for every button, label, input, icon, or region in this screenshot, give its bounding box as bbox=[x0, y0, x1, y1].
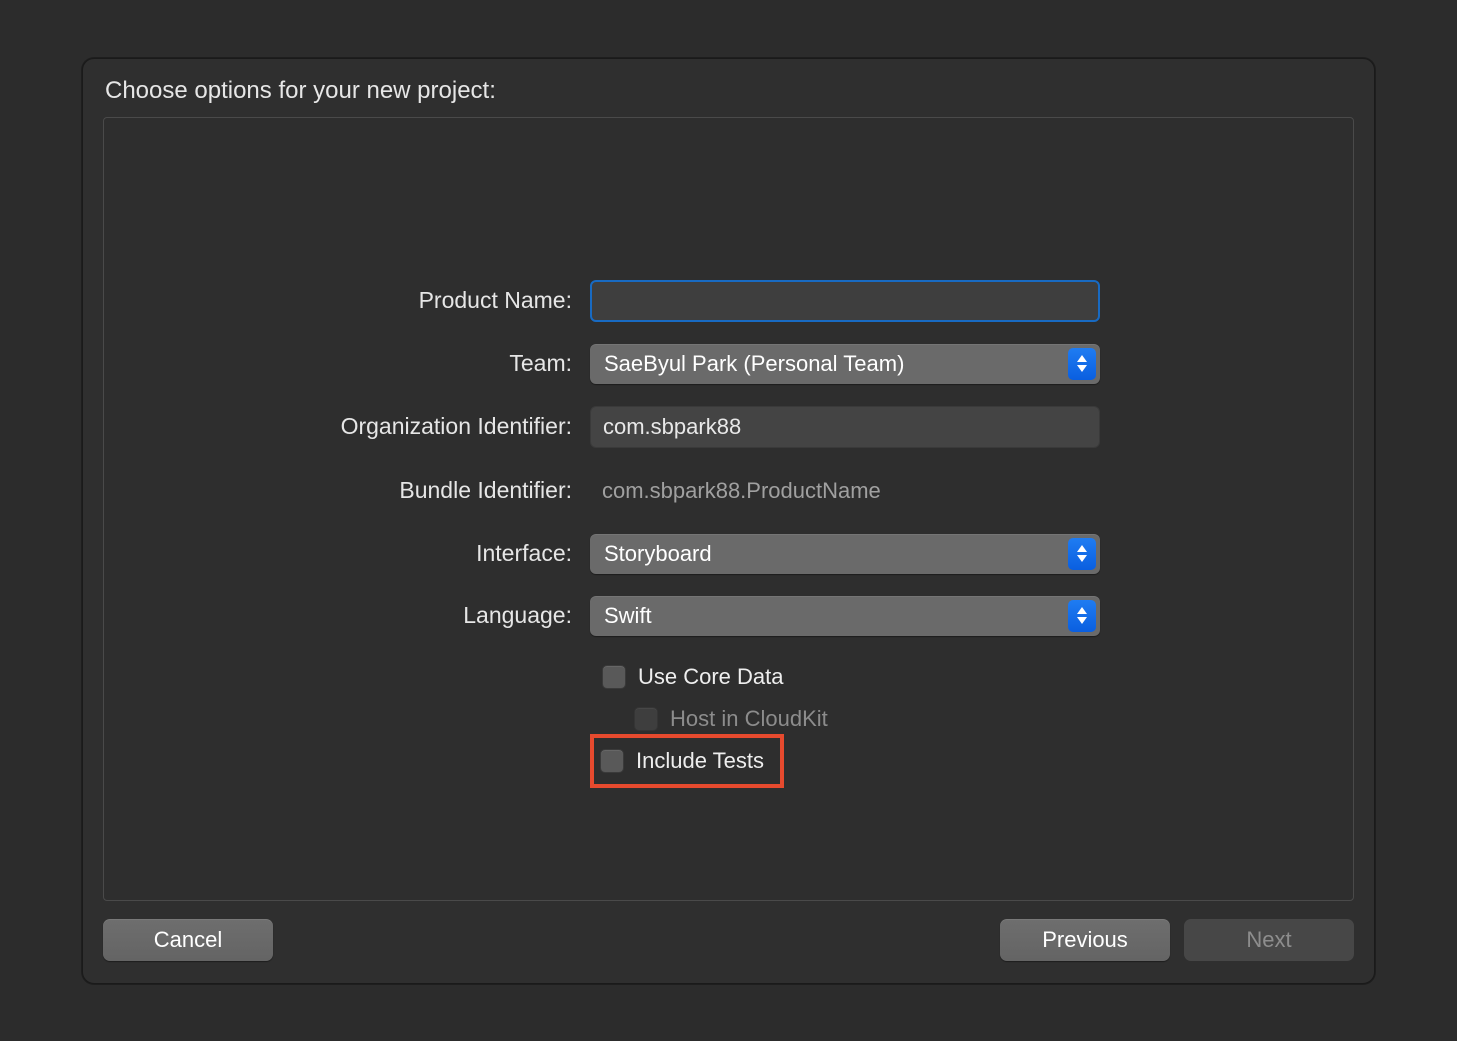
form: Product Name: Team: SaeByul Park (Person… bbox=[104, 280, 1353, 776]
org-identifier-input[interactable]: com.sbpark88 bbox=[590, 406, 1100, 448]
chevron-up-down-icon bbox=[1068, 538, 1096, 570]
interface-select[interactable]: Storyboard bbox=[590, 534, 1100, 574]
bundle-identifier-label: Bundle Identifier: bbox=[104, 477, 590, 504]
bundle-identifier-value: com.sbpark88.ProductName bbox=[590, 470, 1100, 512]
team-label: Team: bbox=[104, 350, 590, 377]
language-label: Language: bbox=[104, 602, 590, 629]
include-tests-checkbox[interactable] bbox=[600, 749, 624, 773]
dialog-title: Choose options for your new project: bbox=[83, 59, 1374, 117]
use-core-data-checkbox[interactable] bbox=[602, 665, 626, 689]
interface-label: Interface: bbox=[104, 540, 590, 567]
product-name-input[interactable] bbox=[590, 280, 1100, 322]
new-project-options-dialog: Choose options for your new project: Pro… bbox=[82, 58, 1375, 984]
language-select[interactable]: Swift bbox=[590, 596, 1100, 636]
cancel-button[interactable]: Cancel bbox=[103, 919, 273, 961]
include-tests-highlight: Include Tests bbox=[590, 734, 784, 788]
team-select-value: SaeByul Park (Personal Team) bbox=[604, 351, 904, 377]
chevron-up-down-icon bbox=[1068, 348, 1096, 380]
org-identifier-label: Organization Identifier: bbox=[104, 413, 590, 440]
row-bundle-identifier: Bundle Identifier: com.sbpark88.ProductN… bbox=[104, 470, 1353, 512]
product-name-label: Product Name: bbox=[104, 287, 590, 314]
row-use-core-data: Use Core Data bbox=[104, 662, 1353, 692]
checkbox-group: Use Core Data Host in CloudKit Include T… bbox=[104, 662, 1353, 776]
host-cloudkit-checkbox bbox=[634, 707, 658, 731]
row-product-name: Product Name: bbox=[104, 280, 1353, 322]
row-org-identifier: Organization Identifier: com.sbpark88 bbox=[104, 406, 1353, 448]
next-button: Next bbox=[1184, 919, 1354, 961]
chevron-up-down-icon bbox=[1068, 600, 1096, 632]
interface-select-value: Storyboard bbox=[604, 541, 712, 567]
use-core-data-label: Use Core Data bbox=[638, 664, 784, 690]
host-cloudkit-label: Host in CloudKit bbox=[670, 706, 828, 732]
include-tests-label: Include Tests bbox=[636, 748, 764, 774]
row-interface: Interface: Storyboard bbox=[104, 534, 1353, 574]
row-language: Language: Swift bbox=[104, 596, 1353, 636]
row-team: Team: SaeByul Park (Personal Team) bbox=[104, 344, 1353, 384]
row-include-tests: Include Tests bbox=[104, 746, 1353, 776]
previous-button[interactable]: Previous bbox=[1000, 919, 1170, 961]
dialog-footer: Cancel Previous Next bbox=[83, 919, 1374, 983]
team-select[interactable]: SaeByul Park (Personal Team) bbox=[590, 344, 1100, 384]
form-frame: Product Name: Team: SaeByul Park (Person… bbox=[103, 117, 1354, 901]
org-identifier-value: com.sbpark88 bbox=[603, 414, 741, 440]
row-host-cloudkit: Host in CloudKit bbox=[104, 704, 1353, 734]
language-select-value: Swift bbox=[604, 603, 652, 629]
